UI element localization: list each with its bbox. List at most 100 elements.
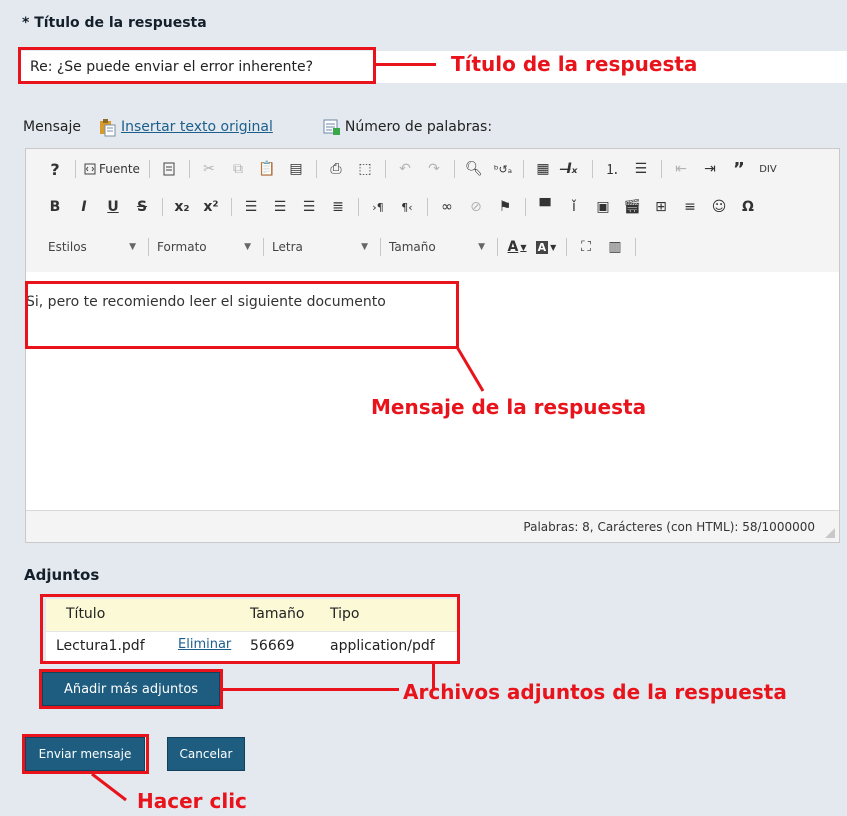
toolbar-separator	[497, 238, 498, 256]
image-button[interactable]: ▣	[592, 196, 614, 218]
anchor-button[interactable]: ⚑	[494, 196, 516, 218]
scissors-icon: ✂	[203, 161, 215, 177]
create-div-button[interactable]: DIV	[757, 158, 779, 180]
smiley-icon: ☺	[711, 199, 727, 215]
strike-button[interactable]: S	[131, 196, 153, 218]
media-button[interactable]: 🎬︎	[621, 196, 643, 218]
ltr-button[interactable]: ›¶	[367, 196, 389, 218]
show-blocks-icon: ▥	[608, 239, 622, 255]
subscript-button[interactable]: x₂	[171, 196, 193, 218]
numbered-list-button[interactable]: ⒈	[601, 158, 623, 180]
chevron-down-icon: ▼	[244, 242, 251, 252]
table-button[interactable]: ⊞	[650, 196, 672, 218]
clapperboard-icon: 🎬︎	[623, 199, 641, 215]
info-button[interactable]: ǐ	[563, 196, 585, 218]
source-button[interactable]: Fuente	[84, 158, 140, 180]
toolbar-separator	[162, 198, 163, 216]
print-button[interactable]: ⎙	[325, 158, 347, 180]
image-icon: ▣	[596, 199, 610, 215]
bg-color-button[interactable]: A ▼	[535, 236, 557, 258]
text-color-button[interactable]: A ▼	[506, 236, 528, 258]
source-icon	[84, 163, 96, 175]
maximize-button[interactable]: ⛶	[575, 236, 597, 258]
outdent-icon: ⇤	[675, 161, 687, 177]
redo-icon: ↷	[428, 161, 440, 177]
find-button[interactable]: 🔍︎	[463, 158, 485, 180]
toolbar-separator	[231, 198, 232, 216]
smiley-button[interactable]: ☺	[708, 196, 730, 218]
help-button[interactable]: ?	[44, 158, 66, 180]
unlink-button[interactable]: ⊘	[465, 196, 487, 218]
text-color-icon: A	[507, 239, 519, 255]
word-count-icon	[323, 118, 341, 136]
insert-original-link[interactable]: Insertar texto original	[121, 119, 273, 135]
remove-format-button[interactable]: I̶ₓ	[561, 158, 583, 180]
remove-format-icon: I̶ₓ	[566, 161, 578, 177]
rtl-icon: ¶‹	[401, 200, 413, 214]
annotation-line-message	[455, 346, 485, 392]
rtl-button[interactable]: ¶‹	[396, 196, 418, 218]
banner-icon: ▀	[539, 199, 551, 215]
italic-button[interactable]: I	[73, 196, 95, 218]
annotation-click: Hacer clic	[137, 789, 247, 813]
replace-button[interactable]: ᵇ↺ₐ	[492, 158, 514, 180]
toolbar-separator	[427, 198, 428, 216]
select-all-icon: ▦	[536, 161, 550, 177]
show-blocks-button[interactable]: ▥	[604, 236, 626, 258]
size-dropdown[interactable]: Tamaño ▼	[389, 236, 489, 258]
omega-icon: Ω	[742, 199, 754, 215]
cancel-button[interactable]: Cancelar	[167, 737, 245, 771]
editor-statusbar: Palabras: 8, Carácteres (con HTML): 58/1…	[26, 510, 839, 542]
toolbar-separator	[148, 238, 149, 256]
banner-button[interactable]: ▀	[534, 196, 556, 218]
resize-handle-icon[interactable]	[825, 528, 835, 538]
indent-button[interactable]: ⇥	[699, 158, 721, 180]
new-page-button[interactable]	[158, 158, 180, 180]
word-char-count: Palabras: 8, Carácteres (con HTML): 58/1…	[523, 519, 815, 534]
align-center-button[interactable]: ☰	[269, 196, 291, 218]
bold-button[interactable]: B	[44, 196, 66, 218]
superscript-button[interactable]: x²	[200, 196, 222, 218]
underline-button[interactable]: U	[102, 196, 124, 218]
templates-button[interactable]: ⬚	[354, 158, 376, 180]
copy-button[interactable]: ⧉	[227, 158, 249, 180]
select-all-button[interactable]: ▦	[532, 158, 554, 180]
toolbar-separator	[188, 160, 190, 178]
align-right-button[interactable]: ☰	[298, 196, 320, 218]
link-button[interactable]: ∞	[436, 196, 458, 218]
new-page-icon	[163, 162, 175, 176]
indent-icon: ⇥	[704, 161, 716, 177]
font-dropdown[interactable]: Letra ▼	[272, 236, 372, 258]
annotation-box-title	[18, 47, 376, 84]
styles-dropdown[interactable]: Estilos ▼	[48, 236, 140, 258]
annotation-line-send	[91, 772, 127, 802]
align-left-button[interactable]: ☰	[240, 196, 262, 218]
toolbar-separator	[263, 238, 264, 256]
paste-button[interactable]: 📋	[256, 158, 278, 180]
redo-button[interactable]: ↷	[423, 158, 445, 180]
bulleted-list-button[interactable]: ☰	[630, 158, 652, 180]
special-char-button[interactable]: Ω	[737, 196, 759, 218]
toolbar-separator	[453, 160, 455, 178]
paste-text-button[interactable]: ▤	[285, 158, 307, 180]
toolbar-separator	[660, 160, 662, 178]
chevron-down-icon: ▼	[520, 242, 527, 252]
italic-icon: I	[81, 199, 87, 215]
toolbar-separator	[75, 160, 76, 178]
cut-button[interactable]: ✂	[198, 158, 220, 180]
undo-button[interactable]: ↶	[394, 158, 416, 180]
message-label: Mensaje	[23, 119, 81, 135]
horizontal-rule-button[interactable]: ≡	[679, 196, 701, 218]
toolbar-separator	[315, 160, 317, 178]
format-dropdown[interactable]: Formato ▼	[157, 236, 255, 258]
toolbar-row-1: ? Fuente ✂ ⧉ 📋 ▤ ⎙ ⬚ ↶ ↷ 🔍︎ ᵇ↺ₐ ▦ I̶ₓ ⒈ …	[44, 157, 786, 181]
bg-color-icon: A	[535, 240, 549, 254]
toolbar-separator	[358, 198, 359, 216]
blockquote-button[interactable]: ”	[728, 158, 750, 180]
justify-button[interactable]: ≣	[327, 196, 349, 218]
undo-icon: ↶	[399, 161, 411, 177]
outdent-button[interactable]: ⇤	[670, 158, 692, 180]
subscript-icon: x₂	[174, 199, 190, 215]
title-label: * Título de la respuesta	[22, 15, 207, 31]
source-label: Fuente	[99, 162, 140, 176]
